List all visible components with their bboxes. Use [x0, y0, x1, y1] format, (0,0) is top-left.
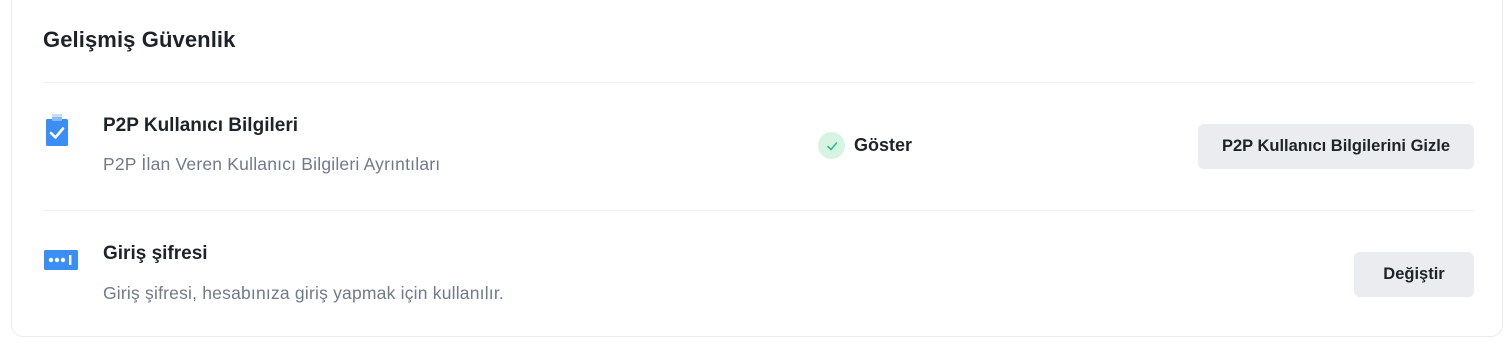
- p2p-status: Göster: [818, 132, 912, 159]
- check-circle-icon: [818, 132, 845, 159]
- change-password-button[interactable]: Değiştir: [1354, 252, 1474, 297]
- advanced-security-card: Gelişmiş Güvenlik P2P Kullanıcı Bilgiler…: [11, 0, 1503, 337]
- section-title: Gelişmiş Güvenlik: [43, 27, 236, 52]
- p2p-user-info-title: P2P Kullanıcı Bilgileri: [103, 115, 298, 136]
- p2p-status-label: Göster: [854, 135, 913, 155]
- login-password-description: Giriş şifresi, hesabınıza giriş yapmak i…: [103, 283, 504, 303]
- clipboard-check-icon: [43, 113, 71, 154]
- divider: [43, 210, 1474, 211]
- p2p-user-info-description: P2P İlan Veren Kullanıcı Bilgileri Ayrın…: [103, 154, 441, 174]
- divider: [43, 82, 1474, 83]
- password-icon: [43, 249, 79, 276]
- hide-p2p-user-info-button[interactable]: P2P Kullanıcı Bilgilerini Gizle: [1198, 124, 1474, 169]
- login-password-title: Giriş şifresi: [103, 243, 208, 264]
